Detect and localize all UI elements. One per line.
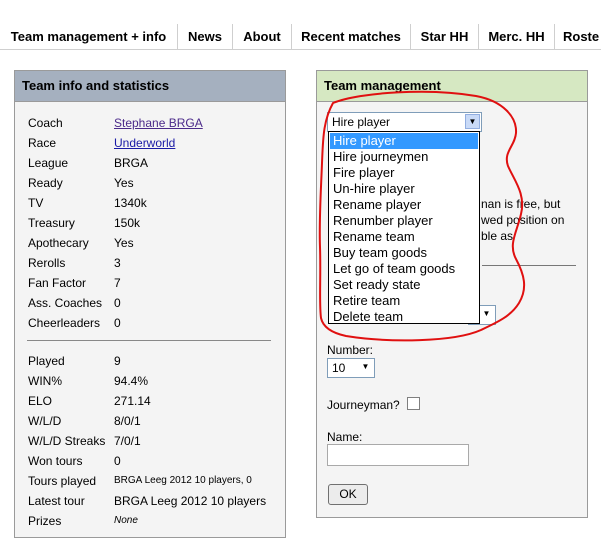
option-let-go-team-goods[interactable]: Let go of team goods [330, 261, 478, 277]
help-text-line-1: nan is free, but [481, 197, 561, 211]
stat-value: 0 [114, 296, 121, 310]
action-select[interactable]: Hire player ▼ [327, 112, 482, 132]
name-input[interactable] [327, 444, 469, 466]
stat-value: Yes [114, 236, 134, 250]
number-value: 10 [332, 361, 346, 375]
journeyman-label: Journeyman? [327, 398, 400, 412]
team-info-title: Team info and statistics [15, 71, 285, 102]
stat-value: 0 [114, 316, 121, 330]
stat-value: None [114, 515, 138, 526]
stat-label: Coach [28, 116, 63, 130]
stat-label: Apothecary [28, 236, 89, 250]
stat-value: BRGA Leeg 2012 10 players [114, 494, 267, 508]
option-set-ready-state[interactable]: Set ready state [330, 277, 478, 293]
stat-value: 3 [114, 256, 121, 270]
stat-label: TV [28, 196, 44, 210]
stat-label: Prizes [28, 514, 62, 528]
stat-value: 7 [114, 276, 121, 290]
stat-value: 7/0/1 [114, 434, 141, 448]
option-delete-team[interactable]: Delete team [330, 309, 478, 325]
stat-value: BRGA Leeg 2012 10 players, 0 [114, 475, 252, 486]
stat-value: 9 [114, 354, 121, 368]
stat-label: Ready [28, 176, 63, 190]
stat-value: 150k [114, 216, 141, 230]
option-rename-team[interactable]: Rename team [330, 229, 478, 245]
option-hire-player[interactable]: Hire player [330, 133, 478, 149]
option-hire-journeymen[interactable]: Hire journeymen [330, 149, 478, 165]
stat-value: BRGA [114, 156, 149, 170]
tab-merc-hh[interactable]: Merc. HH [479, 24, 555, 49]
stat-label: Tours played [28, 474, 97, 488]
stat-label: W/L/D Streaks [28, 434, 106, 448]
option-renumber-player[interactable]: Renumber player [330, 213, 478, 229]
stat-value: 0 [114, 454, 121, 468]
tab-roster[interactable]: Roste [555, 24, 601, 49]
stat-value: 1340k [114, 196, 147, 210]
stat-label: W/L/D [28, 414, 62, 428]
stat-label: ELO [28, 394, 53, 408]
divider [27, 340, 271, 341]
stat-label: Race [28, 136, 57, 150]
action-dropdown-list: Hire player Hire journeymen Fire player … [328, 131, 480, 324]
option-buy-team-goods[interactable]: Buy team goods [330, 245, 478, 261]
chevron-down-icon: ▼ [479, 307, 494, 322]
option-retire-team[interactable]: Retire team [330, 293, 478, 309]
tab-team-management[interactable]: Team management + info [0, 24, 178, 49]
stat-value: 271.14 [114, 394, 151, 408]
race-link[interactable]: Underworld [114, 135, 175, 151]
stat-label: WIN% [28, 374, 62, 388]
coach-link[interactable]: Stephane BRGA [114, 115, 203, 131]
stat-label: League [28, 156, 69, 170]
stat-value: 8/0/1 [114, 414, 141, 428]
team-info-panel: Team info and statistics Coach Stephane B… [14, 70, 286, 538]
stat-label: Rerolls [28, 256, 66, 270]
stat-label: Ass. Coaches [28, 296, 103, 310]
tab-about[interactable]: About [233, 24, 292, 49]
stat-label: Played [28, 354, 65, 368]
stat-label: Fan Factor [28, 276, 87, 290]
tab-news[interactable]: News [178, 24, 233, 49]
stat-value: 94.4% [114, 374, 149, 388]
chevron-down-icon: ▼ [358, 360, 373, 375]
number-select[interactable]: 10 ▼ [327, 358, 375, 378]
journeyman-checkbox[interactable] [407, 397, 420, 410]
option-rename-player[interactable]: Rename player [330, 197, 478, 213]
option-unhire-player[interactable]: Un-hire player [330, 181, 478, 197]
option-fire-player[interactable]: Fire player [330, 165, 478, 181]
ok-button[interactable]: OK [328, 484, 368, 505]
tab-star-hh[interactable]: Star HH [411, 24, 479, 49]
section-divider [482, 265, 576, 266]
stat-label: Won tours [28, 454, 83, 468]
name-label: Name: [327, 430, 363, 444]
stat-value: Yes [114, 176, 134, 190]
help-text-line-2: wed position on [481, 213, 565, 227]
stat-label: Cheerleaders [28, 316, 101, 330]
tab-recent-matches[interactable]: Recent matches [292, 24, 411, 49]
stat-label: Latest tour [28, 494, 85, 508]
help-text-line-3: ble as [481, 229, 514, 243]
action-select-value: Hire player [332, 115, 391, 129]
chevron-down-icon[interactable]: ▼ [465, 114, 480, 129]
number-label: Number: [327, 343, 374, 357]
team-management-title: Team management [317, 71, 587, 102]
top-nav: Team management + info News About Recent… [0, 24, 601, 50]
stat-label: Treasury [28, 216, 75, 230]
